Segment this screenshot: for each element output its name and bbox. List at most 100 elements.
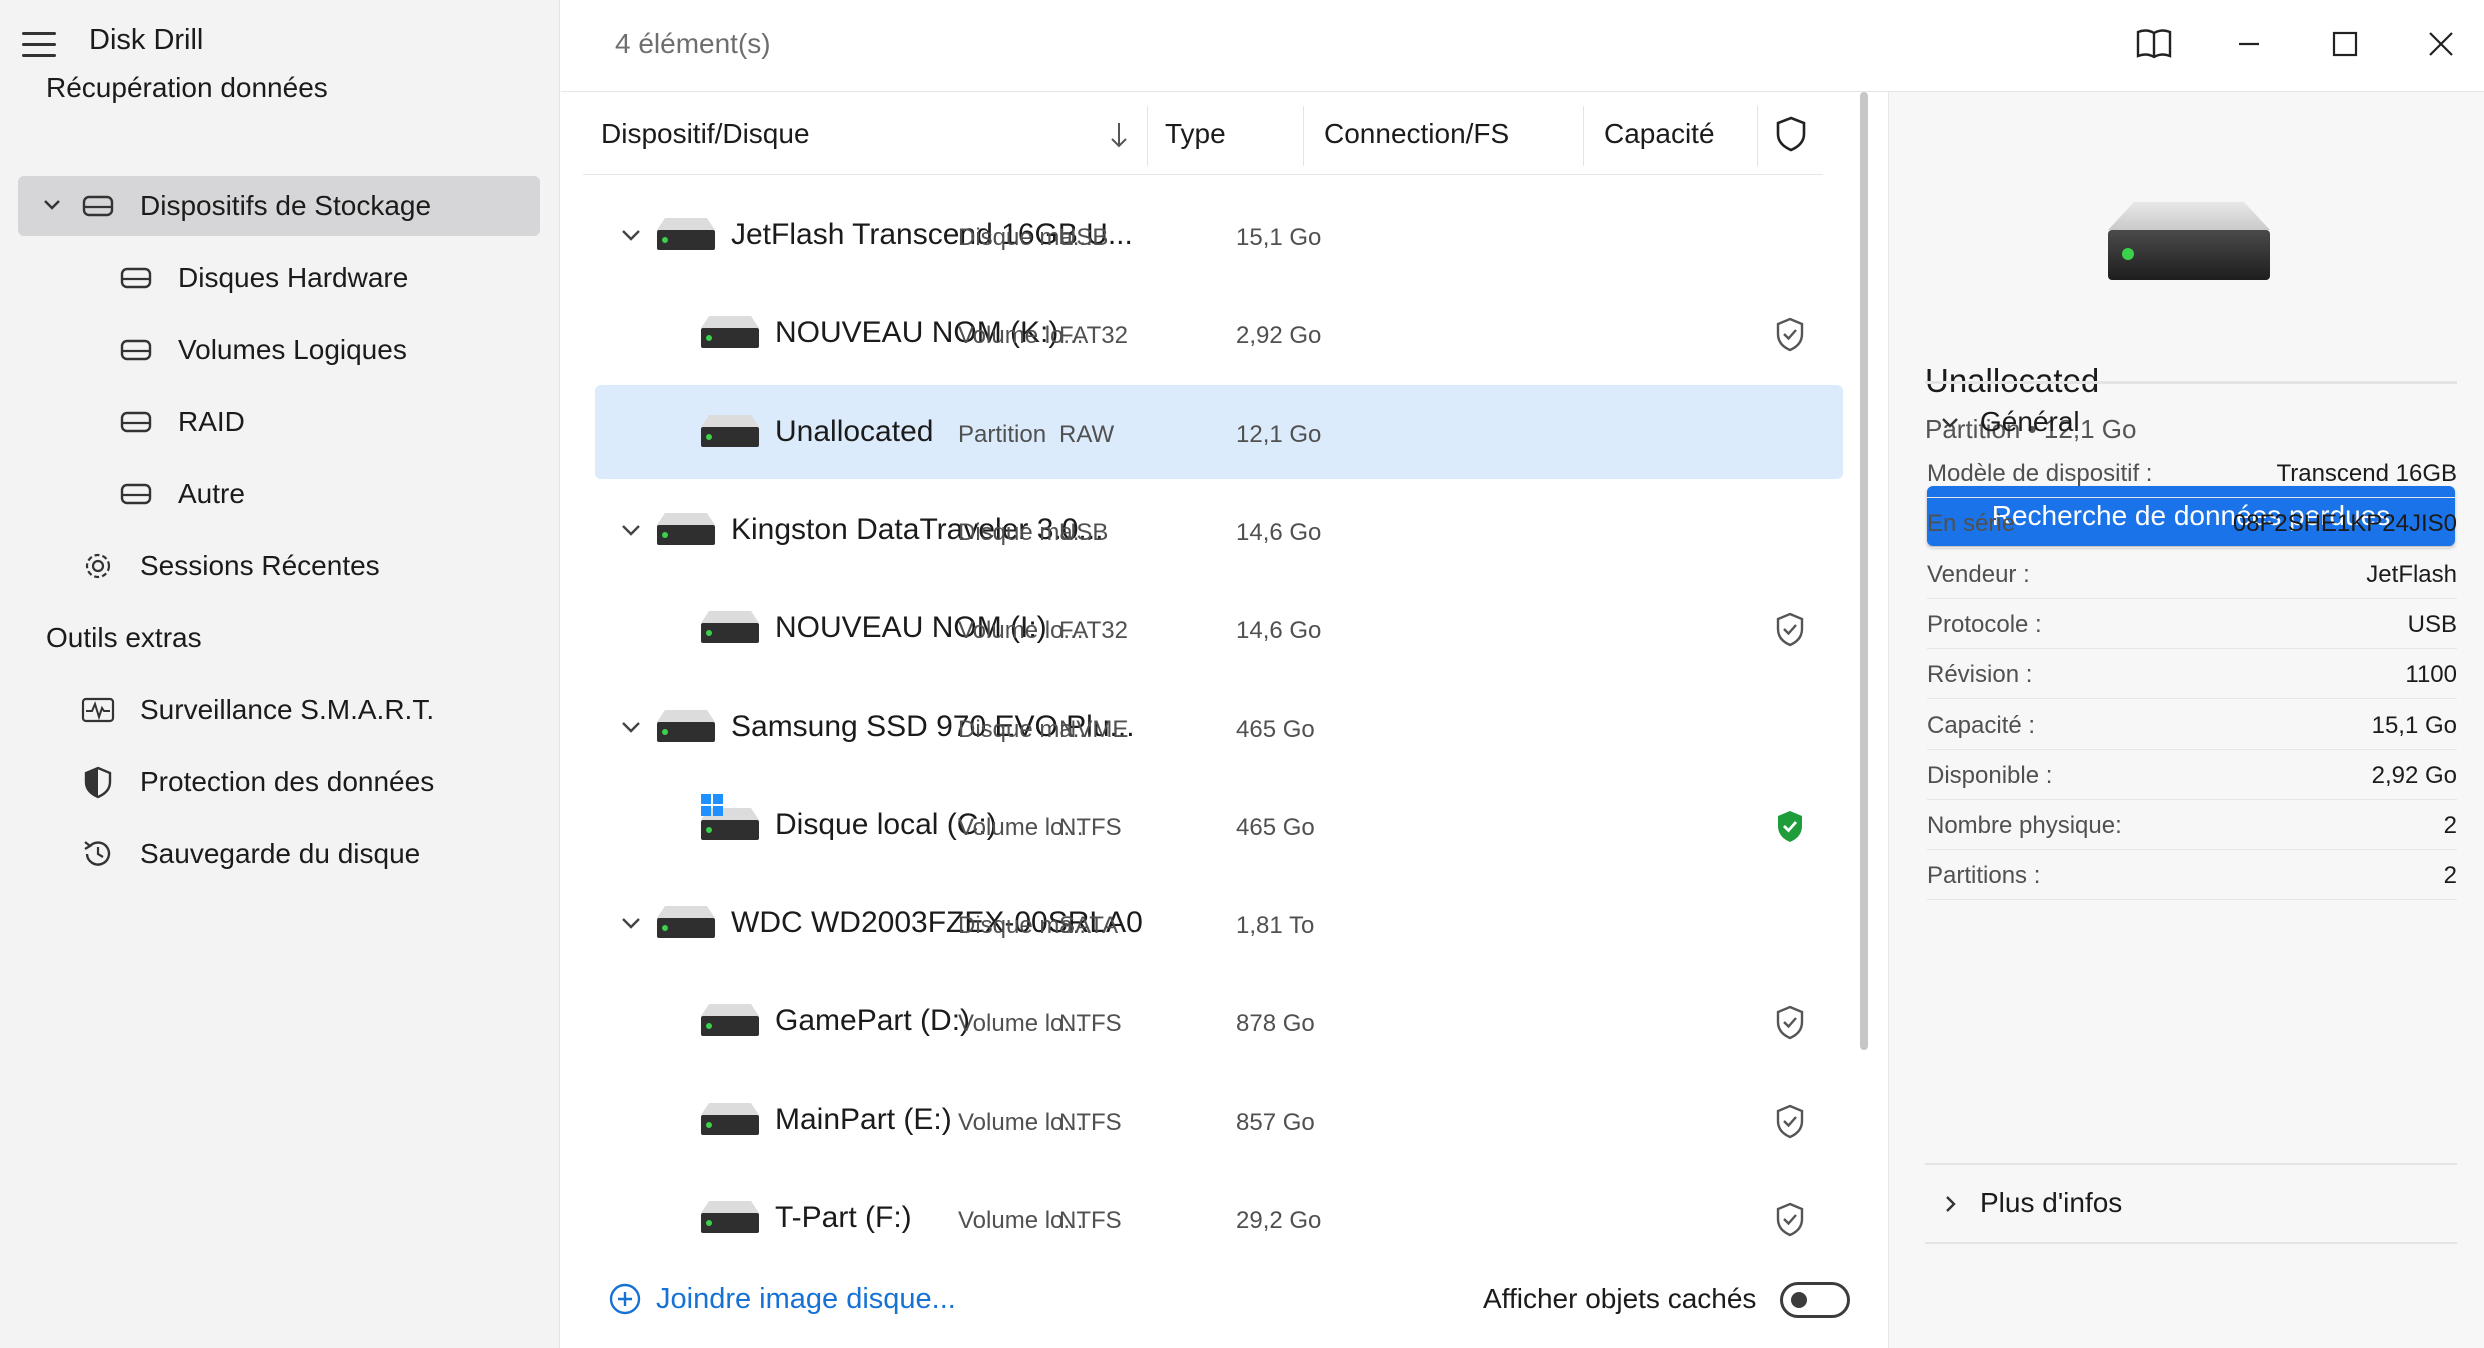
detail-row: Révision : 1100 [1927, 649, 2457, 700]
shield-check-icon[interactable] [1773, 316, 1807, 354]
sidebar-item-storage-devices[interactable]: Dispositifs de Stockage [18, 176, 540, 236]
table-row[interactable]: WDC WD2003FZEX-00SRLA0 Disque ma... SATA 1,… [595, 876, 1843, 970]
shield-check-icon[interactable] [1773, 611, 1807, 649]
attach-disk-image-link[interactable]: Joindre image disque... [608, 1282, 956, 1316]
hamburger-menu-icon[interactable] [22, 30, 58, 60]
drive-icon [120, 267, 152, 289]
table-row[interactable]: Unallocated Partition RAW 12,1 Go [595, 384, 1843, 479]
history-icon [84, 841, 111, 866]
attach-disk-image-label: Joindre image disque... [656, 1282, 956, 1315]
detail-value: 2,92 Go [2371, 761, 2457, 789]
table-row[interactable]: GamePart (D:) Volume lo... NTFS 878 Go [595, 974, 1843, 1068]
divider [1925, 381, 2457, 383]
detail-value: 15,1 Go [2371, 711, 2457, 739]
gear-icon [85, 553, 111, 579]
detail-key: Protocole : [1927, 610, 2042, 638]
chevron-down-icon[interactable] [40, 193, 64, 217]
sidebar-item-raid[interactable]: RAID [18, 392, 540, 452]
drive-icon [655, 507, 717, 551]
chevron-down-icon[interactable] [619, 521, 643, 541]
device-capacity: 465 Go [1236, 813, 1315, 841]
detail-value: JetFlash [2366, 560, 2457, 588]
sidebar-item-other[interactable]: Autre [18, 464, 540, 524]
chevron-down-icon[interactable] [619, 226, 643, 246]
book-icon[interactable] [2132, 22, 2176, 66]
device-type: Partition [958, 420, 1047, 448]
drive-icon [655, 900, 717, 944]
shield-check-icon[interactable] [1773, 1103, 1807, 1141]
drive-large-icon [2108, 202, 2270, 280]
table-row[interactable]: NOUVEAU NOM (I:) Volume lo... FAT32 14,6 Go [595, 581, 1843, 675]
device-connection: USB [1059, 518, 1109, 546]
detail-row: Nombre physique: 2 [1927, 800, 2457, 851]
table-row[interactable]: Kingston DataTraveler 3.0... Disque ma...… [595, 483, 1843, 577]
detail-row: En série 08F2SHE1KP24JIS0 [1927, 498, 2457, 549]
details-panel: Unallocated Partition • 12,1 Go Recherch… [1888, 92, 2484, 1348]
column-separator [1303, 106, 1304, 166]
sidebar-item-data-protection[interactable]: Protection des données [18, 752, 540, 812]
device-table: Dispositif/Disque Type Connection/FS Cap… [561, 92, 1861, 1348]
device-capacity: 14,6 Go [1236, 518, 1322, 546]
sidebar-item-label: Sauvegarde du disque [140, 838, 421, 869]
show-hidden-toggle[interactable] [1780, 1282, 1850, 1318]
chevron-down-icon [1942, 418, 1958, 428]
sidebar-item-label: Volumes Logiques [178, 334, 407, 365]
detail-key: Partitions : [1927, 862, 2041, 890]
device-connection: RAW [1059, 420, 1115, 448]
table-row[interactable]: Samsung SSD 970 EVO Plu... Disque ma... NV… [595, 680, 1843, 774]
table-row[interactable]: MainPart (E:) Volume lo... NTFS 857 Go [595, 1073, 1843, 1167]
column-header-capacity[interactable]: Capacité [1604, 118, 1715, 150]
sidebar-item-label: RAID [178, 406, 245, 437]
detail-row: Capacité : 15,1 Go [1927, 700, 2457, 750]
chevron-right-icon [1946, 1196, 1956, 1212]
table-row[interactable]: Disque local (C:) Volume lo... NTFS 465 Go [595, 778, 1843, 872]
column-header-device[interactable]: Dispositif/Disque [601, 118, 810, 150]
section-title-tools: Outils extras [46, 622, 202, 653]
sidebar-item-label: Sessions Récentes [140, 550, 380, 581]
drive-icon [655, 704, 717, 748]
shield-check-icon[interactable] [1773, 1201, 1807, 1239]
toggle-knob [1791, 1292, 1807, 1308]
sidebar-item-recent-sessions[interactable]: Sessions Récentes [18, 536, 540, 596]
app-title: Disk Drill [89, 24, 204, 56]
chevron-down-icon[interactable] [619, 718, 643, 738]
column-header-connection[interactable]: Connection/FS [1324, 118, 1509, 150]
shield-check-filled-icon[interactable] [1773, 808, 1807, 846]
column-header-type[interactable]: Type [1165, 118, 1226, 150]
heartbeat-monitor-icon [81, 697, 115, 723]
maximize-icon[interactable] [2323, 22, 2367, 66]
device-capacity: 14,6 Go [1236, 617, 1322, 645]
shield-check-icon[interactable] [1773, 1004, 1807, 1042]
sidebar-item-label: Disques Hardware [178, 262, 409, 293]
sidebar-item-logical-volumes[interactable]: Volumes Logiques [18, 320, 540, 380]
detail-value: Transcend 16GB [2276, 460, 2457, 487]
chevron-down-icon[interactable] [619, 914, 643, 934]
table-row[interactable]: T-Part (F:) Volume lo... NTFS 29,2 Go [595, 1171, 1843, 1265]
table-row[interactable]: JetFlash Transcend 16GB U... Disque ma...… [595, 188, 1843, 282]
drive-icon [82, 195, 114, 217]
detail-key: En série [1927, 510, 2016, 538]
device-capacity: 857 Go [1236, 1108, 1315, 1136]
drive-icon [120, 339, 152, 361]
minimize-icon[interactable] [2227, 22, 2271, 66]
sidebar: Disk Drill Récupération données Disposit… [0, 0, 560, 1348]
table-row[interactable]: NOUVEAU NOM (K:) Volume lo... FAT32 2,92 Go [595, 286, 1843, 380]
device-name: GamePart (D:) [775, 1004, 971, 1038]
detail-row: Protocole : USB [1927, 599, 2457, 649]
device-connection: NTFS [1059, 1108, 1122, 1136]
shield-icon[interactable] [1773, 114, 1809, 154]
header-divider [583, 174, 1823, 175]
scrollbar[interactable] [1860, 92, 1868, 1050]
detail-key: Nombre physique: [1927, 812, 2122, 840]
sidebar-item-smart[interactable]: Surveillance S.M.A.R.T. [18, 680, 540, 740]
device-name: Unallocated [775, 414, 934, 448]
sidebar-item-disk-backup[interactable]: Sauvegarde du disque [18, 824, 540, 884]
sort-arrow-down-icon[interactable] [1105, 120, 1133, 150]
close-icon[interactable] [2419, 22, 2463, 66]
drive-icon [655, 212, 717, 256]
item-count: 4 élément(s) [615, 28, 771, 59]
sidebar-item-hardware-disks[interactable]: Disques Hardware [18, 248, 540, 308]
device-capacity: 29,2 Go [1236, 1207, 1322, 1234]
detail-key: Modèle de dispositif : [1927, 460, 2153, 487]
column-separator [1757, 106, 1758, 166]
